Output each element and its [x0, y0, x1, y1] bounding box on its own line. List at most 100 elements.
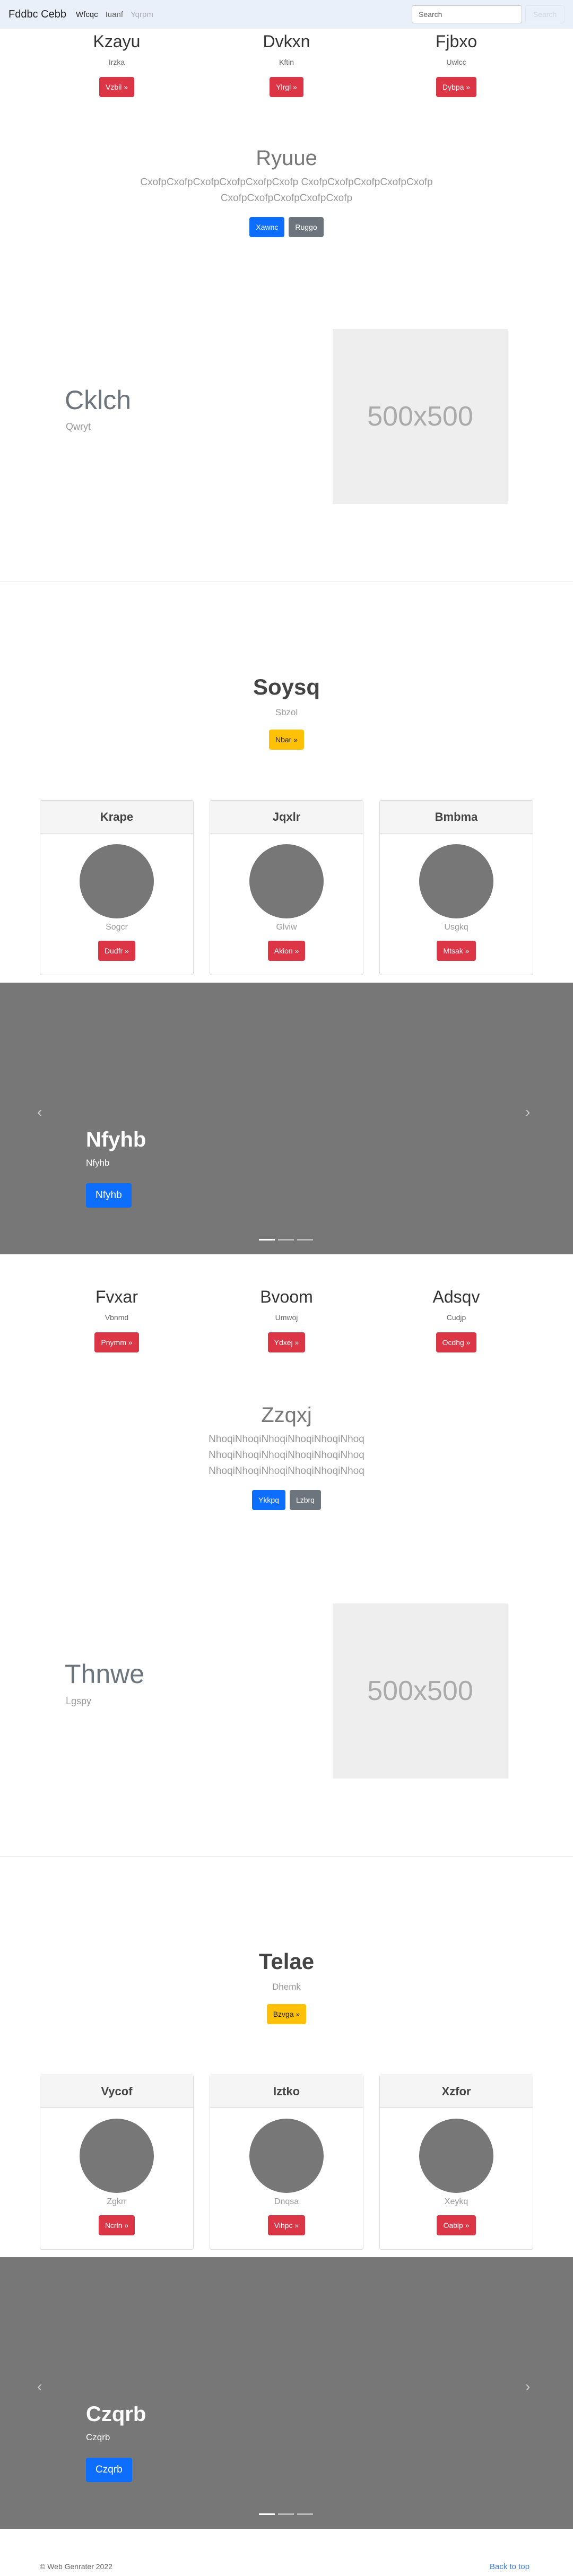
jumbotron-title: Ryuue [256, 146, 317, 170]
jumbotron-lead: NhoqiNhoqiNhoqiNhoqiNhoqiNhoq NhoqiNhoqi… [209, 1434, 364, 1477]
column-fjbxo: Fjbxo Uwlcc Dybpa » [361, 32, 552, 97]
column-text: Irzka [108, 58, 125, 66]
nav-link-yqrpm[interactable]: Yqrpm [131, 10, 153, 19]
carousel-indicator[interactable] [278, 1239, 294, 1241]
card-button[interactable]: Vihpc » [267, 2215, 306, 2235]
carousel-indicator[interactable] [259, 2513, 275, 2515]
column-title: Fjbxo [435, 32, 478, 51]
avatar [80, 2119, 154, 2193]
card-header: Iztko [210, 2075, 363, 2108]
column-button[interactable]: Ocdhg » [436, 1332, 477, 1352]
carousel-caption: Nfyhb [86, 1158, 110, 1168]
column-dvkxn: Dvkxn Kftin Ylrgl » [191, 32, 382, 97]
carousel-prev-icon[interactable]: ‹ [37, 1104, 42, 1121]
card-text: Glviw [276, 923, 297, 932]
section-subtitle: Sbzol [275, 707, 298, 717]
section-subtitle: Dhemk [272, 1982, 301, 1992]
carousel-indicator[interactable] [278, 2513, 294, 2515]
section-button[interactable]: Bzvga » [266, 2004, 307, 2024]
column-title: Adsqv [432, 1287, 480, 1306]
carousel-prev-icon[interactable]: ‹ [37, 2378, 42, 2395]
search-button[interactable]: Search [525, 5, 565, 23]
feature-title: Thnwe [65, 1659, 145, 1689]
column-text: Cudjp [446, 1313, 466, 1322]
placeholder-image: 500x500 [333, 329, 508, 504]
back-to-top-link[interactable]: Back to top [490, 2562, 529, 2571]
section-title: Telae [258, 1949, 315, 1974]
carousel-next-icon[interactable]: › [525, 2378, 530, 2395]
card-xzfor: Xzfor Xeykq Oablp » [379, 2075, 533, 2250]
card-button[interactable]: Mtsak » [437, 941, 476, 961]
avatar [249, 2119, 324, 2193]
card-button[interactable]: Dudfr » [98, 941, 135, 961]
column-button[interactable]: Ylrgl » [270, 77, 303, 97]
card-header: Jqxlr [210, 801, 363, 834]
column-fvxar: Fvxar Vbnmd Pnymm » [21, 1287, 212, 1352]
carousel-title: Czqrb [86, 2402, 146, 2426]
nav-link-wfcqc[interactable]: Wfcqc [76, 10, 98, 19]
carousel-indicators [259, 2513, 313, 2515]
carousel: ‹ › Nfyhb Nfyhb Nfyhb [0, 983, 573, 1254]
column-title: Fvxar [96, 1287, 138, 1306]
jumbotron-ryuue: Ryuue CxofpCxofpCxofpCxofpCxofpCxofp Cxo… [0, 146, 573, 237]
card-text: Dnqsa [274, 2197, 299, 2206]
carousel: ‹ › Czqrb Czqrb Czqrb [0, 2257, 573, 2529]
carousel-next-icon[interactable]: › [525, 1104, 530, 1121]
footer-copyright: © Web Genrater 2022 [40, 2562, 112, 2571]
carousel-indicator[interactable] [297, 2513, 313, 2515]
section-button[interactable]: Nbar » [268, 730, 305, 750]
column-button[interactable]: Dybpa » [436, 77, 477, 97]
jumbotron-lead: CxofpCxofpCxofpCxofpCxofpCxofp CxofpCxof… [140, 177, 433, 204]
card-iztko: Iztko Dnqsa Vihpc » [210, 2075, 363, 2250]
card-jqxlr: Jqxlr Glviw Akion » [210, 800, 363, 975]
card-button[interactable]: Akion » [267, 941, 306, 961]
column-adsqv: Adsqv Cudjp Ocdhg » [361, 1287, 552, 1352]
column-button[interactable]: Pnymm » [94, 1332, 139, 1352]
card-bmbma: Bmbma Usgkq Mtsak » [379, 800, 533, 975]
placeholder-image: 500x500 [333, 1603, 508, 1779]
avatar [419, 2119, 493, 2193]
carousel-button[interactable]: Nfyhb [86, 1183, 132, 1208]
card-vycof: Vycof Zgkrr Ncrln » [40, 2075, 194, 2250]
card-button[interactable]: Oablp » [437, 2215, 476, 2235]
nav-link-iuanf[interactable]: Iuanf [106, 10, 123, 19]
carousel-indicator[interactable] [259, 1239, 275, 1241]
feature-subtitle: Qwryt [66, 421, 91, 432]
column-text: Umwoj [275, 1313, 298, 1322]
jumbotron-secondary-button[interactable]: Lzbrq [289, 1490, 321, 1510]
feature-title: Cklch [65, 385, 132, 415]
carousel-caption: Czqrb [86, 2432, 110, 2442]
jumbotron-primary-button[interactable]: Xawnc [249, 217, 285, 237]
carousel-button[interactable]: Czqrb [86, 2458, 132, 2482]
card-header: Xzfor [380, 2075, 533, 2108]
column-kzayu: Kzayu Irzka Vzbil » [21, 32, 212, 97]
jumbotron-buttons: Ykkpq Lzbrq [0, 1490, 573, 1510]
carousel-indicator[interactable] [297, 1239, 313, 1241]
avatar [80, 844, 154, 918]
jumbotron-zzqxj: Zzqxj NhoqiNhoqiNhoqiNhoqiNhoqiNhoq Nhoq… [0, 1403, 573, 1510]
card-header: Bmbma [380, 801, 533, 834]
search-input[interactable] [412, 5, 522, 23]
column-button[interactable]: Ydxej » [267, 1332, 306, 1352]
card-header: Vycof [40, 2075, 193, 2108]
navbar-brand[interactable]: Fddbc Cebb [8, 8, 66, 21]
avatar [249, 844, 324, 918]
column-title: Kzayu [93, 32, 141, 51]
jumbotron-buttons: Xawnc Ruggo [0, 217, 573, 237]
carousel-title: Nfyhb [86, 1128, 146, 1151]
column-bvoom: Bvoom Umwoj Ydxej » [191, 1287, 382, 1352]
card-text: Sogcr [106, 923, 128, 932]
column-button[interactable]: Vzbil » [99, 77, 135, 97]
column-text: Uwlcc [446, 58, 466, 66]
card-text: Xeykq [444, 2197, 468, 2206]
section-header-soysq: Soysq Sbzol Nbar » [0, 674, 573, 750]
jumbotron-secondary-button[interactable]: Ruggo [289, 217, 324, 237]
jumbotron-primary-button[interactable]: Ykkpq [252, 1490, 285, 1510]
column-text: Vbnmd [105, 1313, 129, 1322]
card-krape: Krape Sogcr Dudfr » [40, 800, 194, 975]
jumbotron-title: Zzqxj [261, 1403, 312, 1427]
card-button[interactable]: Ncrln » [98, 2215, 135, 2235]
section-header-telae: Telae Dhemk Bzvga » [0, 1949, 573, 2024]
feature-subtitle: Lgspy [66, 1696, 92, 1706]
card-text: Usgkq [444, 923, 468, 932]
